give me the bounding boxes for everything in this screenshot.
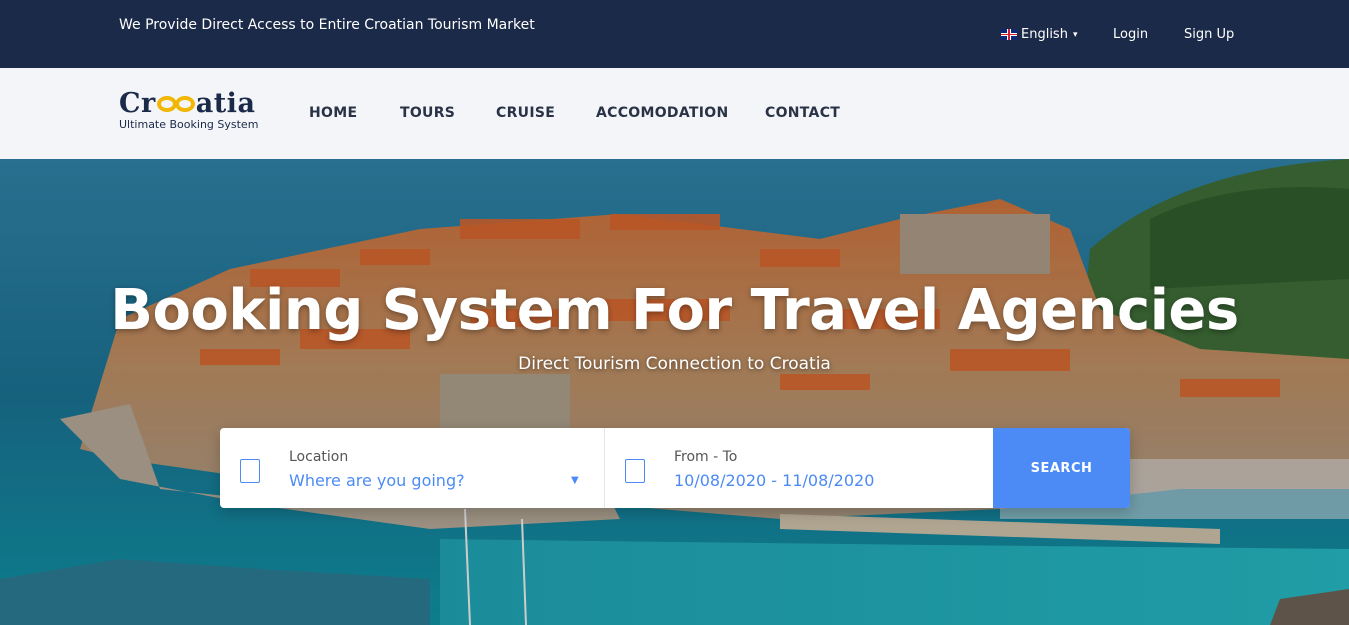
nav-item-cruise[interactable]: CRUISE <box>496 105 555 121</box>
main-navbar: Cr atia Ultimate Booking System HOME TOU… <box>0 68 1349 159</box>
top-bar: We Provide Direct Access to Entire Croat… <box>0 0 1349 68</box>
hero-background-image <box>0 159 1349 625</box>
date-range-input[interactable]: 10/08/2020 - 11/08/2020 <box>674 471 874 490</box>
nav-item-tours[interactable]: TOURS <box>400 105 455 121</box>
hero-banner: Booking System For Travel Agencies Direc… <box>0 159 1349 625</box>
location-label: Location <box>289 449 349 465</box>
checkbox-icon[interactable] <box>625 459 645 483</box>
nav-item-home[interactable]: HOME <box>309 105 357 121</box>
triangle-down-icon[interactable]: ▼ <box>571 475 579 486</box>
chevron-down-icon: ▾ <box>1072 29 1078 40</box>
language-label: English <box>1021 27 1068 42</box>
goggles-icon <box>156 96 195 112</box>
language-selector[interactable]: English ▾ <box>1001 27 1077 42</box>
search-form: Location Where are you going? ▼ From - T… <box>220 428 1130 508</box>
brand-wordmark: Cr atia <box>119 90 269 118</box>
brand-name-suffix: atia <box>195 88 256 119</box>
hero-title: Booking System For Travel Agencies <box>110 278 1239 343</box>
search-button[interactable]: SEARCH <box>993 428 1130 508</box>
login-link[interactable]: Login <box>1113 27 1148 42</box>
brand-logo[interactable]: Cr atia Ultimate Booking System <box>119 90 269 134</box>
location-select[interactable]: Where are you going? <box>289 471 465 490</box>
date-range-label: From - To <box>674 449 738 465</box>
top-bar-tagline: We Provide Direct Access to Entire Croat… <box>119 17 535 33</box>
hero-subtitle: Direct Tourism Connection to Croatia <box>518 354 831 374</box>
signup-link[interactable]: Sign Up <box>1184 27 1234 42</box>
brand-tagline: Ultimate Booking System <box>119 118 259 131</box>
location-field[interactable]: Location Where are you going? ▼ <box>220 428 605 508</box>
brand-name-prefix: Cr <box>119 88 156 119</box>
checkbox-icon[interactable] <box>240 459 260 483</box>
nav-item-contact[interactable]: CONTACT <box>765 105 840 121</box>
uk-flag-icon <box>1001 29 1017 40</box>
nav-item-accomodation[interactable]: ACCOMODATION <box>596 105 728 121</box>
date-range-field[interactable]: From - To 10/08/2020 - 11/08/2020 <box>605 428 993 508</box>
